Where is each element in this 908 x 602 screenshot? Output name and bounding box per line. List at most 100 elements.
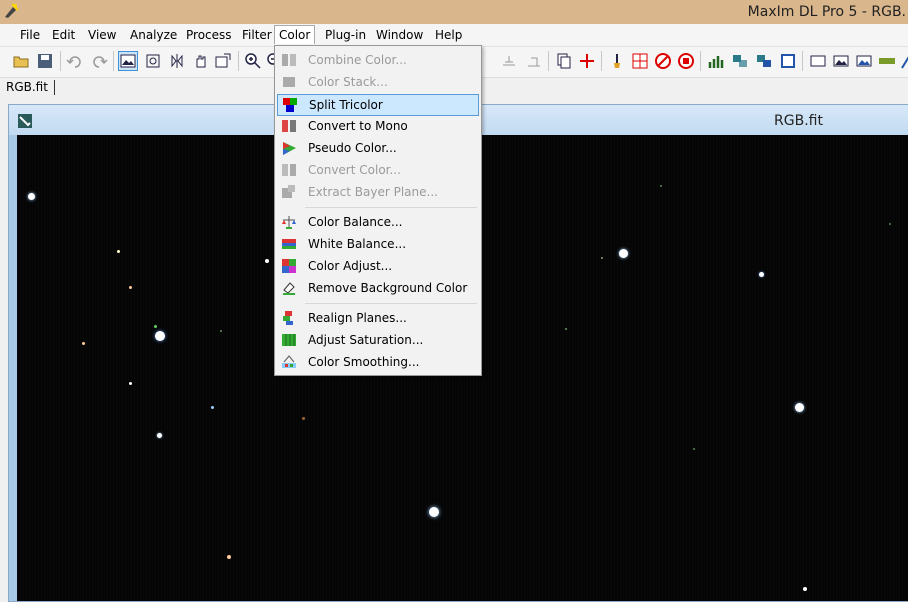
frame-icon[interactable] <box>779 52 797 70</box>
color-menu-dropdown: Combine Color... Color Stack... Split Tr… <box>274 45 482 376</box>
menu-item-convert-color[interactable]: Convert Color... <box>277 160 479 180</box>
panorama-icon[interactable] <box>855 52 873 70</box>
menu-analyze[interactable]: Analyze <box>126 26 181 44</box>
convert-color-icon <box>282 164 296 176</box>
landscape-image-icon[interactable] <box>832 52 850 70</box>
extract-bayer-icon <box>282 185 295 198</box>
menu-item-split-tricolor[interactable]: Split Tricolor <box>277 94 479 116</box>
star <box>157 433 162 438</box>
menu-item-label: Pseudo Color... <box>308 141 397 155</box>
menu-item-label: Color Smoothing... <box>308 355 420 369</box>
menu-item-label: White Balance... <box>308 237 407 251</box>
star <box>660 185 662 187</box>
image-view-icon[interactable] <box>118 51 138 71</box>
menu-item-label: Color Balance... <box>308 215 403 229</box>
menu-file[interactable]: File <box>16 26 44 44</box>
stack-tool-icon[interactable] <box>500 52 518 70</box>
menu-item-label: Combine Color... <box>308 53 407 67</box>
hand-tool-icon[interactable] <box>192 52 210 70</box>
undo-icon[interactable] <box>66 52 84 70</box>
star <box>28 193 35 200</box>
star <box>803 587 807 591</box>
menu-help[interactable]: Help <box>431 26 466 44</box>
menu-item-color-stack[interactable]: Color Stack... <box>277 72 479 92</box>
title-bar: MaxIm DL Pro 5 - RGB. <box>0 0 908 24</box>
menu-edit[interactable]: Edit <box>48 26 79 44</box>
menu-item-label: Extract Bayer Plane... <box>308 185 438 199</box>
menu-filter[interactable]: Filter <box>238 26 276 44</box>
image-window-title: RGB.fit <box>774 113 823 129</box>
toolbar-separator <box>548 51 549 71</box>
menu-item-realign-planes[interactable]: Realign Planes... <box>277 308 479 328</box>
star <box>429 507 439 517</box>
block-icon[interactable] <box>677 52 695 70</box>
zoom-in-icon[interactable] <box>244 52 262 70</box>
star <box>220 330 222 332</box>
star <box>565 328 567 330</box>
brush-icon[interactable] <box>608 52 626 70</box>
pseudo-color-icon <box>283 142 296 155</box>
star <box>227 555 231 559</box>
toolbar-separator <box>60 51 61 71</box>
menu-plugin[interactable]: Plug-in <box>321 26 370 44</box>
save-icon[interactable] <box>36 52 54 70</box>
ruler-icon[interactable] <box>878 52 896 70</box>
star <box>117 250 120 253</box>
menu-item-white-balance[interactable]: White Balance... <box>277 234 479 254</box>
color-balance-icon <box>282 216 296 229</box>
menu-item-combine-color[interactable]: Combine Color... <box>277 50 479 70</box>
open-file-icon[interactable] <box>12 52 30 70</box>
copy-icon[interactable] <box>555 52 573 70</box>
add-marker-icon[interactable] <box>578 52 596 70</box>
menu-process[interactable]: Process <box>182 26 236 44</box>
image-info-icon[interactable] <box>214 52 232 70</box>
menu-window[interactable]: Window <box>372 26 427 44</box>
menu-item-label: Convert Color... <box>308 163 401 177</box>
star <box>82 342 85 345</box>
toolbar-separator <box>700 51 701 71</box>
menu-color[interactable]: Color <box>274 25 316 44</box>
menu-item-remove-background-color[interactable]: Remove Background Color <box>277 278 479 298</box>
toolbar-separator <box>113 51 114 71</box>
star <box>155 331 165 341</box>
white-balance-icon <box>282 239 296 249</box>
pencil-icon[interactable] <box>898 52 908 70</box>
menu-item-pseudo-color[interactable]: Pseudo Color... <box>277 138 479 158</box>
menu-separator <box>305 303 477 304</box>
star <box>302 417 305 420</box>
redo-icon[interactable] <box>90 52 108 70</box>
star <box>889 223 891 225</box>
menu-item-label: Convert to Mono <box>308 119 408 133</box>
menu-item-color-balance[interactable]: Color Balance... <box>277 212 479 232</box>
measure-tool-icon[interactable] <box>525 52 543 70</box>
menu-item-label: Realign Planes... <box>308 311 407 325</box>
filter-grid-icon[interactable] <box>631 52 649 70</box>
crosshair-icon[interactable] <box>144 52 162 70</box>
combine-icon[interactable] <box>755 52 773 70</box>
menu-item-extract-bayer-plane[interactable]: Extract Bayer Plane... <box>277 182 479 202</box>
star <box>759 272 764 277</box>
realign-planes-icon <box>283 311 293 325</box>
menu-item-label: Adjust Saturation... <box>308 333 424 347</box>
menu-item-convert-to-mono[interactable]: Convert to Mono <box>277 116 479 136</box>
menu-item-color-adjust[interactable]: Color Adjust... <box>277 256 479 276</box>
document-tab[interactable]: RGB.fit <box>6 80 55 95</box>
star <box>693 448 695 450</box>
remove-background-icon <box>283 282 295 295</box>
menu-view[interactable]: View <box>84 26 120 44</box>
align-icon[interactable] <box>731 52 749 70</box>
mirror-icon[interactable] <box>168 52 186 70</box>
window-tile-icon[interactable] <box>809 52 827 70</box>
menu-separator <box>305 207 477 208</box>
menu-item-color-smoothing[interactable]: Color Smoothing... <box>277 352 479 372</box>
menu-item-adjust-saturation[interactable]: Adjust Saturation... <box>277 330 479 350</box>
menu-bar: File Edit View Analyze Process Filter Co… <box>0 24 908 47</box>
window-title: MaxIm DL Pro 5 - RGB. <box>747 4 906 20</box>
histogram-icon[interactable] <box>707 52 725 70</box>
menu-item-label: Split Tricolor <box>309 98 383 112</box>
adjust-saturation-icon <box>282 334 296 346</box>
star <box>795 403 804 412</box>
toolbar-separator <box>802 51 803 71</box>
no-symbol-icon[interactable] <box>654 52 672 70</box>
star <box>211 406 214 409</box>
